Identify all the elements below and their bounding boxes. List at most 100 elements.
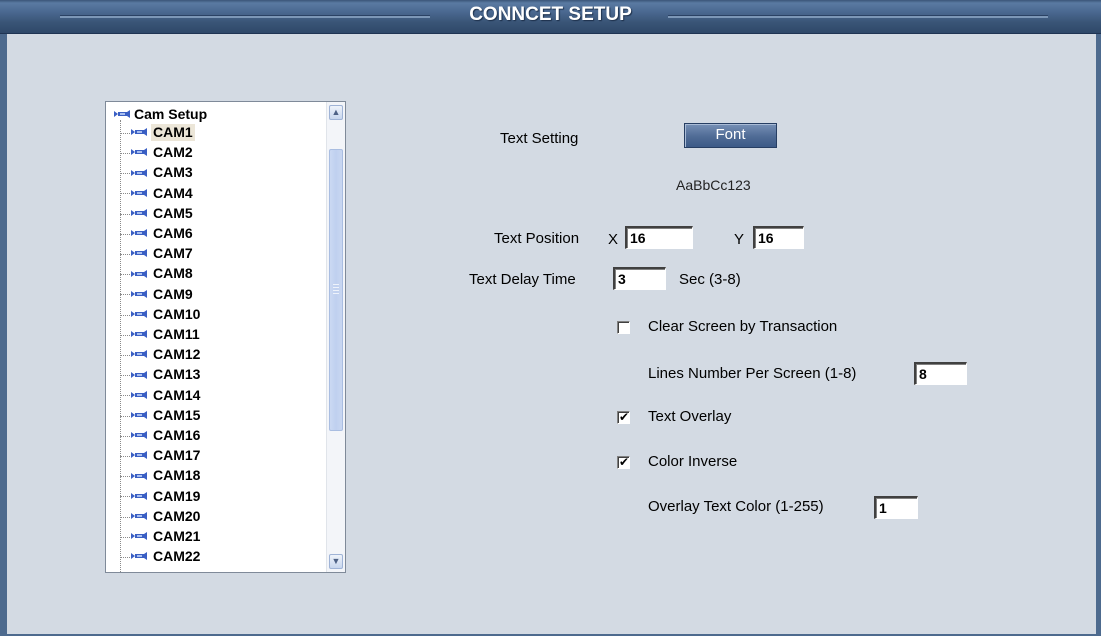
camera-icon bbox=[131, 148, 147, 157]
tree-item-label: CAM13 bbox=[153, 366, 201, 383]
tree-item-cam8[interactable]: CAM8 bbox=[120, 265, 195, 285]
tree-item-cam5[interactable]: CAM5 bbox=[120, 205, 195, 225]
tree-item-label: CAM19 bbox=[153, 487, 201, 504]
text-setting-label: Text Setting bbox=[500, 130, 579, 147]
delay-time-input[interactable] bbox=[613, 267, 666, 290]
tree-item-cam7[interactable]: CAM7 bbox=[120, 245, 195, 265]
camera-icon bbox=[131, 289, 147, 298]
tree-item-cam15[interactable]: CAM15 bbox=[120, 407, 202, 427]
scrollbar-grip bbox=[333, 287, 339, 288]
camera-icon bbox=[131, 249, 147, 258]
delay-unit-label: Sec (3-8) bbox=[679, 271, 741, 288]
clear-screen-label: Clear Screen by Transaction bbox=[648, 318, 838, 335]
clear-screen-checkbox[interactable] bbox=[617, 321, 630, 334]
tree-branch-line bbox=[120, 274, 130, 276]
camera-tree[interactable]: Cam Setup CAM1 CAM2 CAM3 CAM4 CAM5 CAM6 CAM7 CA… bbox=[105, 101, 346, 573]
camera-icon bbox=[131, 451, 147, 460]
tree-branch-line bbox=[120, 132, 130, 134]
text-delay-time-label: Text Delay Time bbox=[469, 271, 576, 288]
tree-item-cam10[interactable]: CAM10 bbox=[120, 306, 202, 326]
x-label: X bbox=[608, 231, 619, 248]
scrollbar-grip bbox=[333, 284, 339, 285]
tree-item-cam3[interactable]: CAM3 bbox=[120, 164, 195, 184]
tree-branch-line bbox=[120, 354, 130, 356]
tree-item-cam17[interactable]: CAM17 bbox=[120, 447, 202, 467]
tree-item-cam20[interactable]: CAM20 bbox=[120, 508, 202, 528]
tree-branch-line bbox=[120, 334, 130, 336]
tree-item-label: CAM15 bbox=[153, 406, 201, 423]
overlay-text-color-label: Overlay Text Color (1-255) bbox=[648, 498, 824, 515]
tree-item-cam2[interactable]: CAM2 bbox=[120, 144, 195, 164]
tree-item-cam12[interactable]: CAM12 bbox=[120, 346, 202, 366]
tree-branch-line bbox=[120, 253, 130, 255]
scrollbar-thumb[interactable] bbox=[329, 149, 343, 431]
camera-icon bbox=[131, 370, 147, 379]
tree-root-cam-setup[interactable]: Cam Setup bbox=[114, 106, 207, 124]
tree-item-cam11[interactable]: CAM11 bbox=[120, 326, 202, 346]
tree-item-label: CAM16 bbox=[153, 427, 201, 443]
tree-item-label: CAM4 bbox=[153, 184, 193, 201]
tree-item-label: CAM14 bbox=[153, 386, 201, 403]
tree-item-cam4[interactable]: CAM4 bbox=[120, 185, 195, 205]
tree-branch-line bbox=[120, 173, 130, 175]
camera-icon bbox=[131, 310, 147, 319]
camera-icon bbox=[131, 128, 147, 137]
scrollbar-grip bbox=[333, 293, 339, 294]
camera-icon bbox=[131, 491, 147, 500]
tree-item-cam19[interactable]: CAM19 bbox=[120, 488, 202, 508]
text-overlay-label: Text Overlay bbox=[648, 408, 732, 425]
tree-item-cam22[interactable]: CAM22 bbox=[120, 548, 202, 568]
text-overlay-checkbox[interactable]: ✔ bbox=[617, 410, 630, 424]
title-bar: CONNCET SETUP bbox=[0, 0, 1101, 34]
camera-icon bbox=[131, 411, 147, 420]
color-inverse-checkbox[interactable]: ✔ bbox=[617, 455, 630, 469]
scrollbar-grip bbox=[333, 290, 339, 291]
tree-item-cam1[interactable]: CAM1 bbox=[120, 124, 195, 144]
check-mark-icon: ✔ bbox=[619, 410, 630, 424]
camera-icon bbox=[131, 229, 147, 238]
x-position-input[interactable] bbox=[625, 226, 693, 249]
window-title: CONNCET SETUP bbox=[469, 4, 632, 25]
tree-item-label: CAM11 bbox=[153, 326, 200, 342]
camera-icon bbox=[131, 168, 147, 177]
tree-item-cam9[interactable]: CAM9 bbox=[120, 286, 195, 306]
tree-item-cam18[interactable]: CAM18 bbox=[120, 467, 202, 487]
tree-branch-line bbox=[120, 314, 130, 316]
tree-scrollbar[interactable]: ▲ ▼ bbox=[326, 102, 345, 572]
font-sample-text: AaBbCc123 bbox=[676, 177, 751, 193]
tree-item-label: CAM5 bbox=[153, 204, 193, 221]
camera-icon bbox=[131, 552, 147, 561]
tree-item-label: CAM22 bbox=[153, 548, 201, 565]
overlay-text-color-input[interactable] bbox=[874, 496, 918, 519]
chevron-down-icon[interactable]: ▼ bbox=[329, 554, 343, 569]
tree-item-cam14[interactable]: CAM14 bbox=[120, 387, 202, 407]
tree-root-label: Cam Setup bbox=[134, 106, 208, 122]
tree-item-cam21[interactable]: CAM21 bbox=[120, 528, 202, 548]
tree-item-label: CAM6 bbox=[153, 225, 193, 241]
tree-branch-line bbox=[120, 152, 130, 154]
y-label: Y bbox=[734, 231, 745, 248]
font-button[interactable]: Font bbox=[684, 123, 777, 148]
camera-icon bbox=[131, 431, 147, 440]
camera-icon bbox=[131, 512, 147, 521]
camera-icon bbox=[131, 350, 147, 359]
color-inverse-label: Color Inverse bbox=[648, 453, 738, 470]
tree-item-cam6[interactable]: CAM6 bbox=[120, 225, 195, 245]
tree-item-cam16[interactable]: CAM16 bbox=[120, 427, 202, 447]
tree-item-label: CAM21 bbox=[153, 528, 201, 544]
tree-item-label: CAM8 bbox=[153, 265, 193, 282]
lines-per-screen-input[interactable] bbox=[914, 362, 967, 385]
camera-icon bbox=[131, 269, 147, 278]
camera-icon bbox=[131, 209, 147, 218]
tree-item-cam13[interactable]: CAM13 bbox=[120, 366, 202, 386]
tree-branch-line bbox=[120, 476, 130, 478]
tree-item-label: CAM9 bbox=[153, 285, 193, 302]
y-position-input[interactable] bbox=[753, 226, 804, 249]
tree-branch-line bbox=[120, 415, 130, 417]
camera-icon bbox=[131, 188, 147, 197]
chevron-up-icon[interactable]: ▲ bbox=[329, 105, 343, 120]
tree-branch-line bbox=[120, 556, 130, 558]
camera-icon bbox=[131, 330, 147, 339]
tree-item-label: CAM12 bbox=[153, 346, 201, 363]
tree-branch-line bbox=[120, 455, 130, 457]
